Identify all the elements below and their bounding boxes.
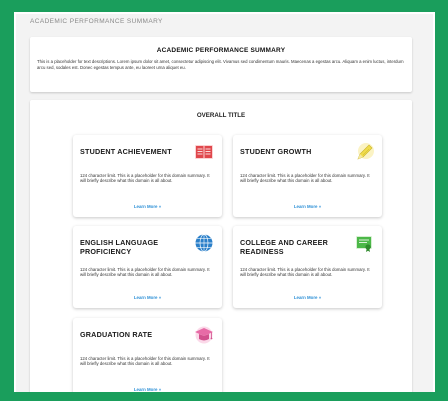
card-description: 124 character limit. This is a placehold…	[80, 356, 210, 367]
card-description: 124 character limit. This is a placehold…	[80, 173, 210, 184]
domain-card-student-achievement: STUDENT ACHIEVEMENT 124 character limit.…	[73, 135, 222, 217]
card-title: COLLEGE AND CAREER READINESS	[240, 238, 328, 256]
learn-more-link[interactable]: Learn More »	[73, 204, 222, 209]
summary-description: This is a placeholder for text descripti…	[37, 59, 404, 70]
domain-card-graduation-rate: GRADUATION RATE 124 character limit. Thi…	[73, 318, 222, 392]
learn-more-link[interactable]: Learn More »	[233, 204, 382, 209]
card-title: ENGLISH LANGUAGE PROFICIENCY	[80, 238, 159, 256]
learn-more-link[interactable]: Learn More »	[233, 295, 382, 300]
card-description: 124 character limit. This is a placehold…	[80, 267, 210, 278]
domains-panel: OVERALL TITLE STUDENT ACHIEVEMENT 124 ch…	[30, 100, 412, 392]
certificate-icon	[353, 233, 375, 253]
card-title: STUDENT GROWTH	[240, 147, 312, 156]
app-frame: ACADEMIC PERFORMANCE SUMMARY ACADEMIC PE…	[14, 12, 435, 392]
page-background: ACADEMIC PERFORMANCE SUMMARY ACADEMIC PE…	[16, 14, 433, 392]
card-description: 124 character limit. This is a placehold…	[240, 267, 370, 278]
overall-title: OVERALL TITLE	[196, 112, 246, 119]
domain-card-student-growth: STUDENT GROWTH 124 character limit. This…	[233, 135, 382, 217]
learn-more-link[interactable]: Learn More »	[73, 387, 222, 392]
card-title: GRADUATION RATE	[80, 330, 153, 339]
domain-card-english-language-proficiency: ENGLISH LANGUAGE PROFICIENCY 124 charact…	[73, 226, 222, 308]
book-icon	[193, 142, 215, 162]
learn-more-link[interactable]: Learn More »	[73, 295, 222, 300]
graduation-cap-icon	[193, 325, 215, 345]
summary-panel: ACADEMIC PERFORMANCE SUMMARY This is a p…	[30, 37, 412, 92]
domain-card-college-career-readiness: COLLEGE AND CAREER READINESS 124 charact…	[233, 226, 382, 308]
globe-icon	[193, 233, 215, 253]
pencil-icon	[353, 142, 375, 162]
card-title: STUDENT ACHIEVEMENT	[80, 147, 172, 156]
card-description: 124 character limit. This is a placehold…	[240, 173, 370, 184]
summary-title: ACADEMIC PERFORMANCE SUMMARY	[156, 47, 286, 54]
breadcrumb: ACADEMIC PERFORMANCE SUMMARY	[30, 18, 163, 25]
